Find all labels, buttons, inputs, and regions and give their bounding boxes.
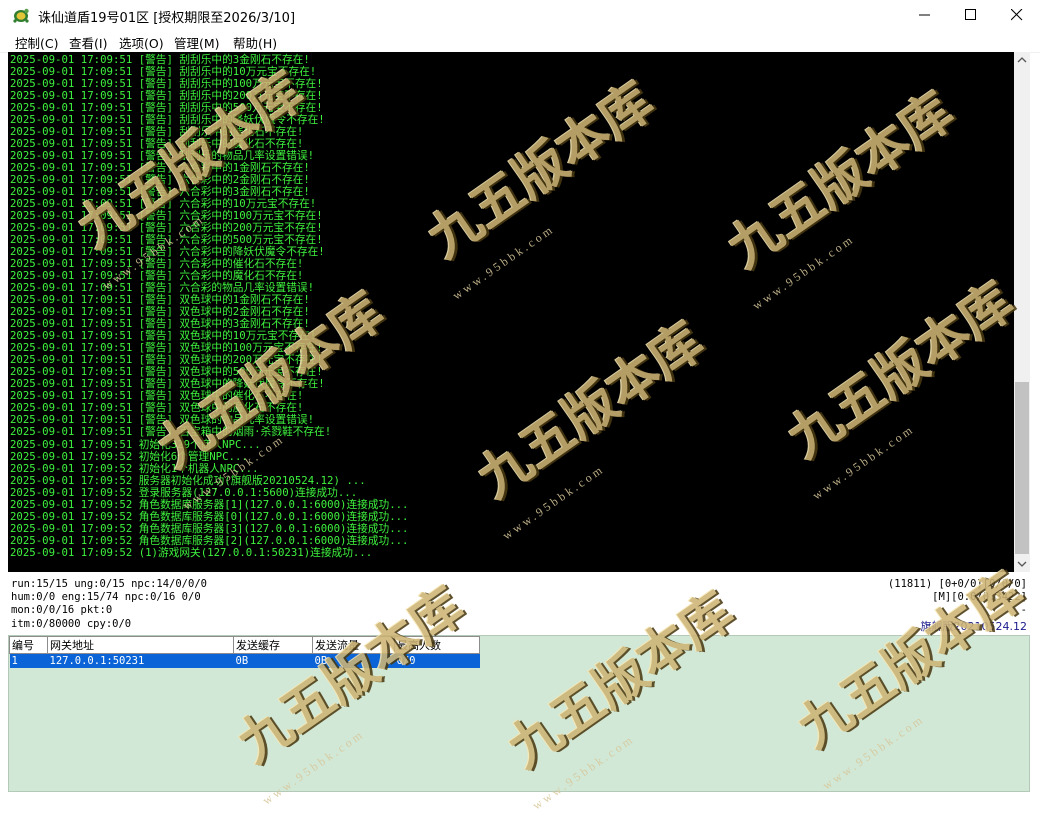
scroll-up-button[interactable] [1014,52,1030,68]
column-header-send-traffic[interactable]: 发送流量 [312,636,395,654]
status-itm: itm:0/80000 cpy:0/0 [11,618,132,630]
title-bar[interactable]: 诛仙道盾19号01区 [授权期限至2026/3/10] [0,0,1040,30]
gateway-table: 编号 网关地址 发送缓存 发送流量 最高人数 1 127.0.0.1:50231… [9,636,480,668]
status-dash: - [1020,604,1027,616]
minimize-icon [919,14,930,16]
menu-manage[interactable]: 管理(M) [174,33,220,52]
gateway-panel: 编号 网关地址 发送缓存 发送流量 最高人数 1 127.0.0.1:50231… [8,635,1030,792]
log-line: 2025-09-01 17:09:52 登录服务器(127.0.0.1:5600… [10,485,358,499]
column-header-id[interactable]: 编号 [9,636,48,654]
cell-send-buffer: 0B [233,653,313,668]
log-list: 2025-09-01 17:09:51 [警告] 刮刮乐中的3金刚石不存在! 20… [10,53,409,559]
chevron-up-icon [1017,57,1027,63]
status-panel: run:15/15 ung:0/15 npc:14/0/0/0 (11811) … [8,573,1030,633]
status-counters: (11811) [0+0/0][0/0/0] [887,578,1027,590]
cell-max-users: 0/0 [394,653,480,668]
log-line: 2025-09-01 17:09:52 初始化1个机器人NPC... [10,461,259,475]
log-line: 2025-09-01 17:09:51 [警告] 百宝箱中的烟雨·杀戮鞋不存在! [10,425,332,439]
menu-view[interactable]: 查看(I) [69,33,107,52]
chevron-down-icon [1017,561,1027,567]
log-line: 2025-09-01 17:09:51 初始化329个商人NPC... [10,437,261,451]
cell-address: 127.0.0.1:50231 [47,653,234,668]
scroll-thumb[interactable] [1015,382,1029,554]
close-button[interactable] [994,0,1040,30]
maximize-button[interactable] [948,0,994,30]
close-icon [1011,9,1023,21]
log-line: 2025-09-01 17:09:52 角色数据库服务器[2](127.0.0.… [10,533,409,547]
status-run: run:15/15 ung:0/15 npc:14/0/0/0 [11,578,207,590]
column-header-max-users[interactable]: 最高人数 [394,636,480,654]
menu-options[interactable]: 选项(O) [119,33,164,52]
status-mon: mon:0/0/16 pkt:0 [11,604,113,616]
log-line: 2025-09-01 17:09:52 服务器初始化成功(旗舰版20210524… [10,473,366,487]
column-header-send-buffer[interactable]: 发送缓存 [233,636,313,654]
menu-control[interactable]: 控制(C) [15,33,58,52]
version-label: 旗舰版20210524.12 [920,620,1027,633]
log-line: 2025-09-01 17:09:52 角色数据库服务器[1](127.0.0.… [10,497,409,511]
column-header-address[interactable]: 网关地址 [47,636,234,654]
turtle-icon [13,8,29,23]
cell-id: 1 [9,653,48,668]
scroll-down-button[interactable] [1014,556,1030,572]
status-memory: [M][0:0/0.3422] [932,591,1027,603]
minimize-button[interactable] [902,0,948,30]
log-console[interactable]: 2025-09-01 17:09:51 [警告] 刮刮乐中的3金刚石不存在! 20… [8,52,1014,572]
table-row[interactable]: 1 127.0.0.1:50231 0B 0B 0/0 [9,653,480,668]
status-hum: hum:0/0 eng:15/74 npc:0/16 0/0 [11,591,201,603]
menu-bar: 控制(C) 查看(I) 选项(O) 管理(M) 帮助(H) [0,30,1040,53]
log-scrollbar[interactable] [1014,52,1030,572]
server-window: 诛仙道盾19号01区 [授权期限至2026/3/10] 控制(C) 查看(I) … [0,0,1040,812]
log-line: 2025-09-01 17:09:52 (1)游戏网关(127.0.0.1:50… [10,545,373,559]
cell-send-traffic: 0B [312,653,395,668]
maximize-icon [965,9,976,20]
log-line: 2025-09-01 17:09:52 初始化6个管理NPC... [10,449,248,463]
window-title: 诛仙道盾19号01区 [授权期限至2026/3/10] [38,11,296,26]
log-line: 2025-09-01 17:09:52 角色数据库服务器[3](127.0.0.… [10,521,409,535]
menu-help[interactable]: 帮助(H) [233,33,277,52]
log-line: 2025-09-01 17:09:52 角色数据库服务器[0](127.0.0.… [10,509,409,523]
